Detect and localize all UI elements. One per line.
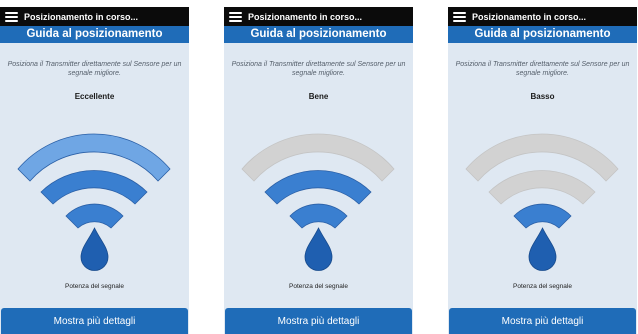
signal-arc-middle <box>488 170 596 205</box>
show-more-details-button[interactable]: Mostra più dettagli <box>1 308 188 334</box>
screen-good: Posizionamento in corso... Guida al posi… <box>224 7 413 334</box>
signal-level-label: Eccellente <box>74 92 115 101</box>
signal-arc-inner <box>65 203 124 229</box>
signal-drop-icon <box>304 227 333 271</box>
status-title: Posizionamento in corso... <box>472 11 587 22</box>
screen-low: Posizionamento in corso... Guida al posi… <box>448 7 637 334</box>
signal-level-label: Bene <box>308 92 329 101</box>
signal-arc-middle <box>264 170 372 205</box>
status-title: Posizionamento in corso... <box>24 11 139 22</box>
instruction-text: Posiziona il Transmitter direttamente su… <box>231 61 406 77</box>
signal-strength-label: Potenza del segnale <box>513 283 572 290</box>
status-bar: Posizionamento in corso... <box>448 7 637 26</box>
status-title: Posizionamento in corso... <box>248 11 363 22</box>
signal-drop-icon <box>528 227 557 271</box>
screen-excellent: Posizionamento in corso... Guida al posi… <box>0 7 189 334</box>
signal-strength-icon <box>241 133 395 271</box>
signal-arc-inner <box>513 203 572 229</box>
status-bar: Posizionamento in corso... <box>224 7 413 26</box>
signal-strength-icon <box>465 133 619 271</box>
instruction-text: Posiziona il Transmitter direttamente su… <box>7 61 182 77</box>
show-more-details-button[interactable]: Mostra più dettagli <box>225 308 412 334</box>
page-title: Guida al posizionamento <box>448 26 637 43</box>
signal-level-label: Basso <box>530 92 555 101</box>
signal-drop-icon <box>80 227 109 271</box>
hamburger-menu-icon[interactable] <box>229 11 242 22</box>
signal-strength-label: Potenza del segnale <box>289 283 348 290</box>
page-title: Guida al posizionamento <box>224 26 413 43</box>
hamburger-menu-icon[interactable] <box>453 11 466 22</box>
hamburger-menu-icon[interactable] <box>5 11 18 22</box>
signal-strength-label: Potenza del segnale <box>65 283 124 290</box>
status-bar: Posizionamento in corso... <box>0 7 189 26</box>
show-more-details-button[interactable]: Mostra più dettagli <box>449 308 636 334</box>
instruction-text: Posiziona il Transmitter direttamente su… <box>455 61 630 77</box>
page-title: Guida al posizionamento <box>0 26 189 43</box>
signal-arc-inner <box>289 203 348 229</box>
signal-arc-middle <box>40 170 148 205</box>
signal-strength-icon <box>17 133 171 271</box>
